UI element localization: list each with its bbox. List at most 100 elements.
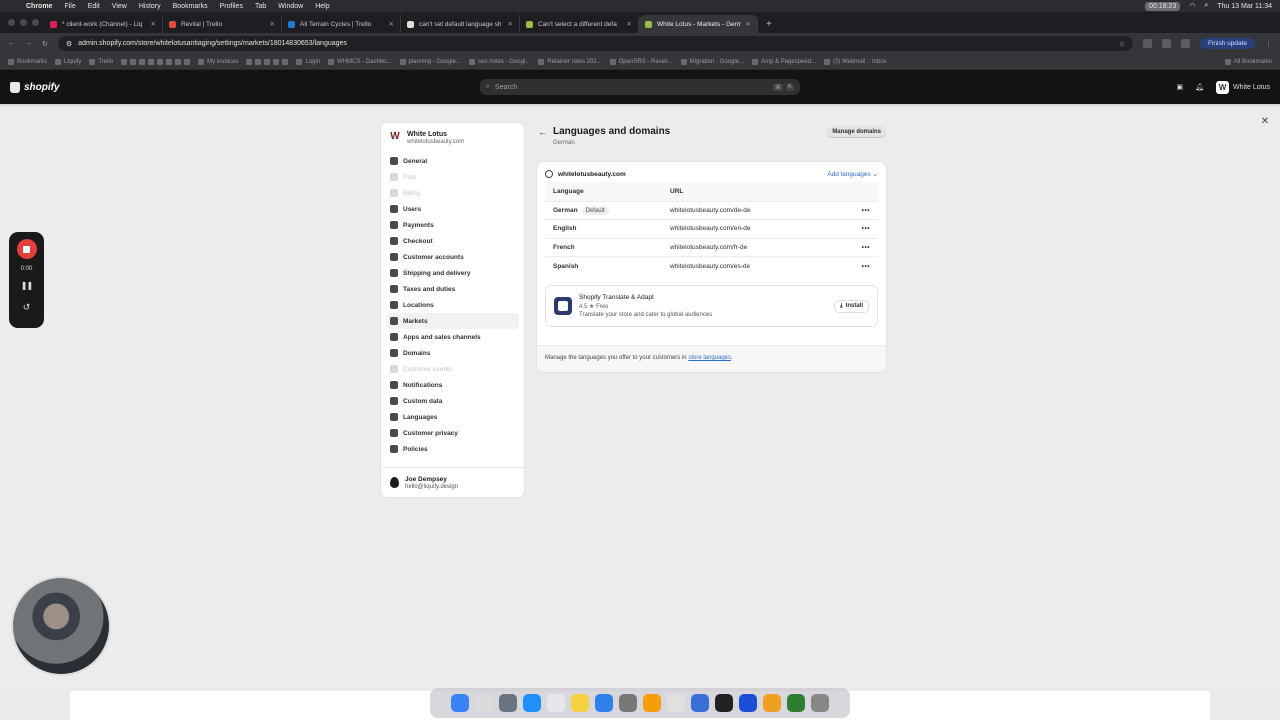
add-languages-button[interactable]: Add languages ⌄	[827, 170, 878, 178]
back-arrow-icon[interactable]: ←	[8, 40, 15, 47]
menu-app-name[interactable]: Chrome	[26, 3, 52, 10]
extension-icon[interactable]	[1180, 39, 1190, 48]
bookmark-item[interactable]: Migration - Google...	[680, 58, 744, 65]
menu-profiles[interactable]: Profiles	[220, 3, 243, 10]
close-tab-icon[interactable]: ✕	[151, 20, 156, 28]
dock-app-icon[interactable]	[715, 694, 733, 712]
bookmark-star-icon[interactable]: ☆	[1119, 40, 1125, 48]
sidebar-item-shipping-and-delivery[interactable]: Shipping and delivery	[386, 265, 519, 281]
menu-bookmarks[interactable]: Bookmarks	[173, 3, 208, 10]
site-info-icon[interactable]: ⚙	[66, 40, 72, 48]
more-actions-icon[interactable]: •••	[831, 237, 878, 257]
bookmark-item[interactable]: seo notes - Googl...	[468, 58, 530, 65]
datetime[interactable]: Thu 13 Mar 11:34	[1217, 3, 1272, 10]
close-tab-icon[interactable]: ✕	[746, 20, 751, 28]
dock-app-icon[interactable]	[811, 694, 829, 712]
store-languages-link[interactable]: store languages	[688, 355, 731, 361]
bell-icon[interactable]: 🔔︎	[1195, 83, 1204, 91]
sidebar-item-customer-privacy[interactable]: Customer privacy	[386, 425, 519, 441]
extension-icon[interactable]	[1161, 39, 1171, 48]
store-menu[interactable]: W White Lotus	[1216, 80, 1270, 94]
user-profile[interactable]: Joe Dempsey hello@liquify.design	[381, 467, 524, 497]
sidebar-item-apps-and-sales-channels[interactable]: Apps and sales channels	[386, 329, 519, 345]
dock-app-icon[interactable]	[691, 694, 709, 712]
kebab-menu-icon[interactable]: ⋮	[1265, 40, 1272, 48]
sidebar-item-notifications[interactable]: Notifications	[386, 377, 519, 393]
app-name[interactable]: Shopify Translate & Adapt	[579, 294, 712, 301]
install-button[interactable]: ⤓ Install	[834, 299, 869, 313]
bookmark-item[interactable]: My invoices	[198, 58, 238, 65]
dock-app-icon[interactable]	[787, 694, 805, 712]
bookmark-folder[interactable]: Trello	[89, 58, 113, 65]
recording-timer[interactable]: 00:18:23	[1144, 1, 1181, 11]
dock-app-icon[interactable]	[595, 694, 613, 712]
browser-tab[interactable]: All Terrain Cycles | Trello ✕	[282, 15, 401, 33]
new-tab-icon[interactable]: +	[758, 15, 780, 33]
sidebar-item-general[interactable]: General	[386, 153, 519, 169]
dock-app-icon[interactable]	[451, 694, 469, 712]
dock-app-icon[interactable]	[667, 694, 685, 712]
browser-tab[interactable]: can't set default language sh ✕	[401, 15, 520, 33]
more-actions-icon[interactable]: •••	[831, 256, 878, 275]
manage-domains-button[interactable]: Manage domains	[827, 126, 886, 138]
table-row[interactable]: German Default whitelotusbeauty.com/de-de •…	[545, 200, 878, 220]
table-row[interactable]: English whitelotusbeauty.com/en-de •••	[545, 219, 878, 238]
close-tab-icon[interactable]: ✕	[389, 20, 394, 28]
menu-view[interactable]: View	[112, 3, 127, 10]
sidebar-item-custom-data[interactable]: Custom data	[386, 393, 519, 409]
menu-file[interactable]: File	[64, 3, 75, 10]
search-input[interactable]: ⌕ Search ⌘ K	[480, 79, 800, 95]
bookmark-item[interactable]: (3) Webmail :: Inbox	[824, 58, 887, 65]
inbox-icon[interactable]: ▣	[1177, 83, 1184, 91]
bookmark-item[interactable]: Bookmarks	[8, 58, 47, 65]
sidebar-item-markets[interactable]: Markets	[386, 313, 519, 329]
browser-tab[interactable]: * client-work (Channel) - Liq ✕	[44, 15, 163, 33]
sidebar-item-languages[interactable]: Languages	[386, 409, 519, 425]
more-actions-icon[interactable]: •••	[831, 200, 878, 220]
sidebar-item-checkout[interactable]: Checkout	[386, 233, 519, 249]
dock-app-icon[interactable]	[739, 694, 757, 712]
bookmark-icons-group[interactable]	[246, 58, 289, 65]
bookmark-item[interactable]: planning - Google...	[399, 58, 461, 65]
forward-arrow-icon[interactable]: →	[25, 40, 32, 47]
minimize-window-button[interactable]	[20, 19, 27, 26]
bookmark-item[interactable]: Login	[296, 58, 320, 65]
dock-app-icon[interactable]	[619, 694, 637, 712]
browser-tab[interactable]: Can't select a different defa ✕	[520, 15, 639, 33]
stop-recording-button[interactable]	[16, 239, 37, 259]
more-actions-icon[interactable]: •••	[831, 219, 878, 238]
shopify-logo[interactable]: shopify	[10, 81, 60, 93]
dock-app-icon[interactable]	[547, 694, 565, 712]
dock-app-icon[interactable]	[499, 694, 517, 712]
restart-icon[interactable]: ↺	[23, 302, 31, 313]
sidebar-item-domains[interactable]: Domains	[386, 345, 519, 361]
dock-app-icon[interactable]	[475, 694, 493, 712]
search-icon[interactable]: ⌕	[1204, 2, 1208, 10]
bookmark-item[interactable]: Amp & Pagespeed...	[752, 58, 816, 65]
table-row[interactable]: Spanish whitelotusbeauty.com/es-de •••	[545, 256, 878, 275]
close-settings-icon[interactable]: ✕	[1258, 115, 1272, 129]
all-bookmarks[interactable]: All Bookmarks	[1224, 58, 1272, 65]
bookmark-folder[interactable]: Liquify	[55, 58, 81, 65]
bookmark-item[interactable]: Retainer rates 202...	[538, 58, 602, 65]
reload-icon[interactable]: ↻	[42, 40, 48, 48]
menu-tab[interactable]: Tab	[255, 3, 266, 10]
table-row[interactable]: French whitelotusbeauty.com/fr-de •••	[545, 237, 878, 257]
dock-app-icon[interactable]	[643, 694, 661, 712]
sidebar-item-locations[interactable]: Locations	[386, 297, 519, 313]
browser-tab-active[interactable]: White Lotus - Markets - Germ ✕	[639, 15, 758, 33]
close-window-button[interactable]	[8, 19, 15, 26]
extension-icon[interactable]	[1142, 39, 1152, 48]
close-tab-icon[interactable]: ✕	[508, 20, 513, 28]
close-tab-icon[interactable]: ✕	[270, 20, 275, 28]
pause-icon[interactable]: ❚❚	[21, 281, 33, 290]
dock-app-icon[interactable]	[523, 694, 541, 712]
sidebar-item-payments[interactable]: Payments	[386, 217, 519, 233]
back-arrow-icon[interactable]: ←	[538, 127, 547, 137]
finish-update-button[interactable]: Finish update	[1199, 38, 1255, 49]
dock-app-icon[interactable]	[763, 694, 781, 712]
menu-edit[interactable]: Edit	[88, 3, 100, 10]
wifi-icon[interactable]: ◠	[1189, 2, 1195, 10]
sidebar-item-customer-accounts[interactable]: Customer accounts	[386, 249, 519, 265]
bookmark-icons-group[interactable]	[121, 58, 191, 65]
